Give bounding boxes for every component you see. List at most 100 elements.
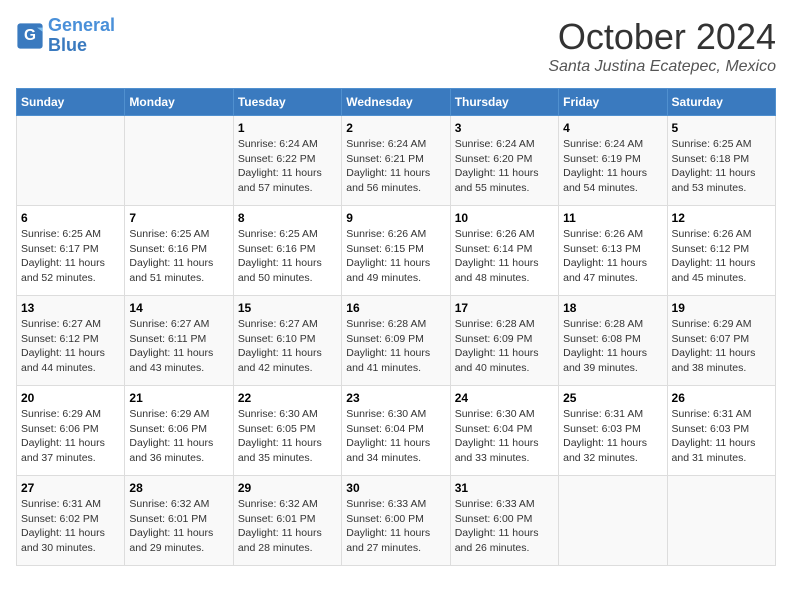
day-info: Sunrise: 6:24 AMSunset: 6:21 PMDaylight:… (346, 137, 445, 196)
calendar-cell: 7 Sunrise: 6:25 AMSunset: 6:16 PMDaylight… (125, 206, 233, 296)
day-info: Sunrise: 6:27 AMSunset: 6:10 PMDaylight:… (238, 317, 337, 376)
day-info: Sunrise: 6:26 AMSunset: 6:15 PMDaylight:… (346, 227, 445, 286)
calendar-cell: 18 Sunrise: 6:28 AMSunset: 6:08 PMDayligh… (559, 296, 667, 386)
calendar-cell: 30Sunrise: 6:33 AMSunset: 6:00 PMDayligh… (342, 476, 450, 566)
calendar-cell: 9 Sunrise: 6:26 AMSunset: 6:15 PMDaylight… (342, 206, 450, 296)
month-title: October 2024 (548, 16, 776, 58)
day-number: 26 (672, 391, 771, 405)
day-info: Sunrise: 6:29 AMSunset: 6:06 PMDaylight:… (21, 407, 120, 466)
day-number: 24 (455, 391, 554, 405)
calendar-cell: 17 Sunrise: 6:28 AMSunset: 6:09 PMDayligh… (450, 296, 558, 386)
day-number: 10 (455, 211, 554, 225)
day-info: Sunrise: 6:28 AMSunset: 6:08 PMDaylight:… (563, 317, 662, 376)
day-number: 28 (129, 481, 228, 495)
day-info: Sunrise: 6:27 AMSunset: 6:12 PMDaylight:… (21, 317, 120, 376)
day-info: Sunrise: 6:33 AMSunset: 6:00 PMDaylight:… (455, 497, 554, 556)
day-info: Sunrise: 6:24 AMSunset: 6:19 PMDaylight:… (563, 137, 662, 196)
day-info: Sunrise: 6:25 AMSunset: 6:16 PMDaylight:… (238, 227, 337, 286)
calendar-week-row: 1 Sunrise: 6:24 AMSunset: 6:22 PMDaylight… (17, 116, 776, 206)
day-info: Sunrise: 6:29 AMSunset: 6:07 PMDaylight:… (672, 317, 771, 376)
calendar-cell: 2 Sunrise: 6:24 AMSunset: 6:21 PMDaylight… (342, 116, 450, 206)
calendar-cell: 23 Sunrise: 6:30 AMSunset: 6:04 PMDayligh… (342, 386, 450, 476)
day-number: 21 (129, 391, 228, 405)
logo-text: General Blue (48, 16, 115, 56)
calendar-cell: 15 Sunrise: 6:27 AMSunset: 6:10 PMDayligh… (233, 296, 341, 386)
day-info: Sunrise: 6:30 AMSunset: 6:04 PMDaylight:… (455, 407, 554, 466)
svg-text:G: G (24, 27, 36, 44)
calendar-cell: 31 Sunrise: 6:33 AMSunset: 6:00 PMDayligh… (450, 476, 558, 566)
day-info: Sunrise: 6:28 AMSunset: 6:09 PMDaylight:… (455, 317, 554, 376)
day-number: 22 (238, 391, 337, 405)
day-number: 1 (238, 121, 337, 135)
calendar-cell: 28Sunrise: 6:32 AMSunset: 6:01 PMDayligh… (125, 476, 233, 566)
calendar-cell: 16Sunrise: 6:28 AMSunset: 6:09 PMDayligh… (342, 296, 450, 386)
calendar-cell (125, 116, 233, 206)
day-info: Sunrise: 6:27 AMSunset: 6:11 PMDaylight:… (129, 317, 228, 376)
calendar-cell: 12Sunrise: 6:26 AMSunset: 6:12 PMDayligh… (667, 206, 775, 296)
day-number: 29 (238, 481, 337, 495)
calendar-cell: 3 Sunrise: 6:24 AMSunset: 6:20 PMDaylight… (450, 116, 558, 206)
day-info: Sunrise: 6:25 AMSunset: 6:17 PMDaylight:… (21, 227, 120, 286)
calendar-cell: 5Sunrise: 6:25 AMSunset: 6:18 PMDaylight… (667, 116, 775, 206)
calendar-week-row: 6 Sunrise: 6:25 AMSunset: 6:17 PMDaylight… (17, 206, 776, 296)
day-info: Sunrise: 6:31 AMSunset: 6:03 PMDaylight:… (563, 407, 662, 466)
day-number: 6 (21, 211, 120, 225)
header-day-wednesday: Wednesday (342, 89, 450, 116)
header-day-saturday: Saturday (667, 89, 775, 116)
day-info: Sunrise: 6:30 AMSunset: 6:04 PMDaylight:… (346, 407, 445, 466)
day-info: Sunrise: 6:33 AMSunset: 6:00 PMDaylight:… (346, 497, 445, 556)
header-day-friday: Friday (559, 89, 667, 116)
day-info: Sunrise: 6:26 AMSunset: 6:14 PMDaylight:… (455, 227, 554, 286)
day-number: 18 (563, 301, 662, 315)
logo: G General Blue (16, 16, 115, 56)
calendar-cell: 22 Sunrise: 6:30 AMSunset: 6:05 PMDayligh… (233, 386, 341, 476)
day-info: Sunrise: 6:30 AMSunset: 6:05 PMDaylight:… (238, 407, 337, 466)
day-number: 2 (346, 121, 445, 135)
calendar-cell: 24 Sunrise: 6:30 AMSunset: 6:04 PMDayligh… (450, 386, 558, 476)
day-number: 7 (129, 211, 228, 225)
location: Santa Justina Ecatepec, Mexico (548, 58, 776, 76)
day-info: Sunrise: 6:26 AMSunset: 6:12 PMDaylight:… (672, 227, 771, 286)
calendar-cell: 13 Sunrise: 6:27 AMSunset: 6:12 PMDayligh… (17, 296, 125, 386)
day-number: 17 (455, 301, 554, 315)
day-info: Sunrise: 6:26 AMSunset: 6:13 PMDaylight:… (563, 227, 662, 286)
day-info: Sunrise: 6:31 AMSunset: 6:03 PMDaylight:… (672, 407, 771, 466)
calendar-cell: 19 Sunrise: 6:29 AMSunset: 6:07 PMDayligh… (667, 296, 775, 386)
calendar-cell (667, 476, 775, 566)
calendar-cell: 29 Sunrise: 6:32 AMSunset: 6:01 PMDayligh… (233, 476, 341, 566)
calendar-week-row: 13 Sunrise: 6:27 AMSunset: 6:12 PMDayligh… (17, 296, 776, 386)
title-block: October 2024 Santa Justina Ecatepec, Mex… (548, 16, 776, 76)
logo-icon: G (16, 22, 44, 50)
day-number: 8 (238, 211, 337, 225)
header-day-monday: Monday (125, 89, 233, 116)
calendar-cell: 21Sunrise: 6:29 AMSunset: 6:06 PMDayligh… (125, 386, 233, 476)
day-info: Sunrise: 6:25 AMSunset: 6:16 PMDaylight:… (129, 227, 228, 286)
day-number: 15 (238, 301, 337, 315)
day-number: 16 (346, 301, 445, 315)
day-number: 13 (21, 301, 120, 315)
day-number: 4 (563, 121, 662, 135)
calendar-cell: 11Sunrise: 6:26 AMSunset: 6:13 PMDayligh… (559, 206, 667, 296)
calendar-table: SundayMondayTuesdayWednesdayThursdayFrid… (16, 88, 776, 566)
day-number: 14 (129, 301, 228, 315)
day-info: Sunrise: 6:32 AMSunset: 6:01 PMDaylight:… (238, 497, 337, 556)
day-number: 19 (672, 301, 771, 315)
day-number: 20 (21, 391, 120, 405)
day-number: 23 (346, 391, 445, 405)
calendar-cell: 25 Sunrise: 6:31 AMSunset: 6:03 PMDayligh… (559, 386, 667, 476)
day-info: Sunrise: 6:24 AMSunset: 6:22 PMDaylight:… (238, 137, 337, 196)
day-info: Sunrise: 6:31 AMSunset: 6:02 PMDaylight:… (21, 497, 120, 556)
day-number: 31 (455, 481, 554, 495)
calendar-cell: 10 Sunrise: 6:26 AMSunset: 6:14 PMDayligh… (450, 206, 558, 296)
calendar-cell: 1 Sunrise: 6:24 AMSunset: 6:22 PMDaylight… (233, 116, 341, 206)
day-number: 9 (346, 211, 445, 225)
day-info: Sunrise: 6:24 AMSunset: 6:20 PMDaylight:… (455, 137, 554, 196)
calendar-cell: 4 Sunrise: 6:24 AMSunset: 6:19 PMDaylight… (559, 116, 667, 206)
day-info: Sunrise: 6:25 AMSunset: 6:18 PMDaylight:… (672, 137, 771, 196)
calendar-cell: 8 Sunrise: 6:25 AMSunset: 6:16 PMDaylight… (233, 206, 341, 296)
day-number: 3 (455, 121, 554, 135)
calendar-cell (559, 476, 667, 566)
page-header: G General Blue October 2024 Santa Justin… (16, 16, 776, 76)
day-number: 25 (563, 391, 662, 405)
header-day-thursday: Thursday (450, 89, 558, 116)
